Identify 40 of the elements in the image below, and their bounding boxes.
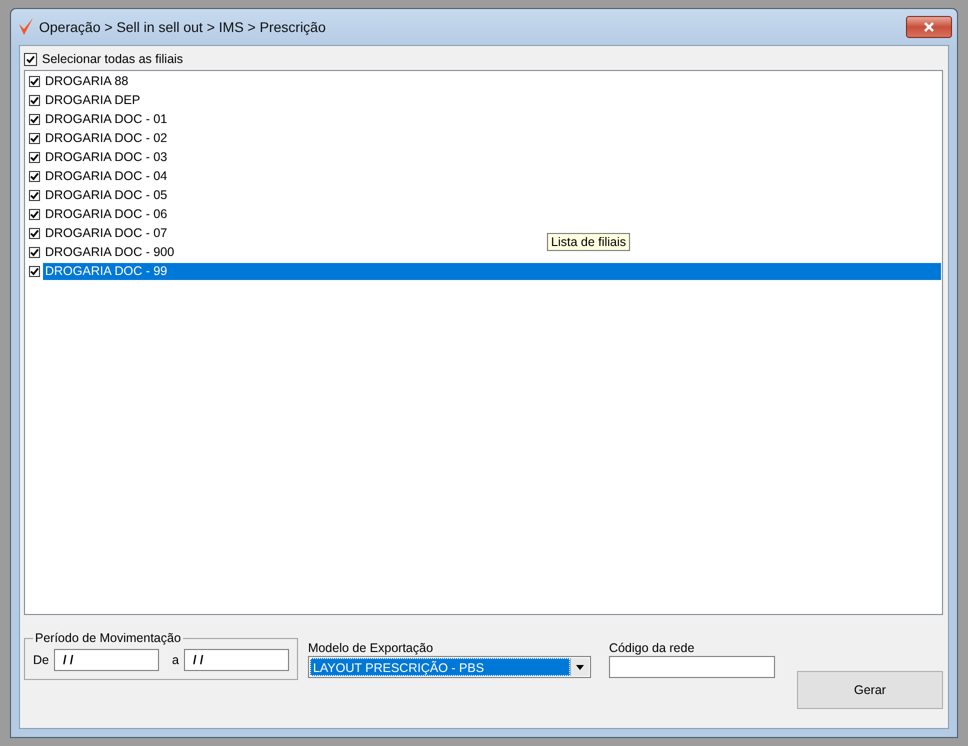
checkbox-label: Selecionar todas as filiais [42, 52, 184, 66]
checkbox[interactable] [29, 266, 40, 277]
checkbox[interactable] [29, 171, 40, 182]
checkbox[interactable] [29, 190, 40, 201]
date-field[interactable]: / / [184, 649, 289, 671]
checkbox[interactable] [29, 228, 40, 239]
list-item[interactable]: DROGARIA DOC - 01 [43, 111, 170, 128]
window-title: Operação > Sell in sell out > IMS > Prescrição [39, 19, 326, 35]
list-item[interactable]: DROGARIA DOC - 02 [43, 130, 170, 147]
tooltip: Lista de filiais [547, 233, 630, 251]
export-model-dropdown[interactable]: LAYOUT PRESCRIÇÃO - PBS [308, 656, 591, 678]
checkbox[interactable] [29, 95, 40, 106]
group-label: Período de Movimentação [34, 631, 182, 645]
field-label: Código da rede [608, 641, 696, 655]
list-item[interactable]: DROGARIA 88 [43, 73, 130, 90]
generate-button[interactable]: Gerar [796, 671, 943, 709]
field-label: Modelo de Exportação [308, 641, 434, 655]
checkbox[interactable] [24, 52, 37, 66]
checkbox[interactable] [29, 114, 40, 125]
checkbox[interactable] [29, 152, 40, 163]
list-item[interactable]: DROGARIA DOC - 06 [43, 206, 170, 223]
list-item[interactable]: DROGARIA DOC - 99 [43, 263, 941, 280]
list-item[interactable]: DROGARIA DOC - 03 [43, 149, 170, 166]
checkbox[interactable] [29, 133, 40, 144]
checkbox[interactable] [29, 247, 40, 258]
input-field[interactable] [608, 656, 775, 678]
checkbox[interactable] [29, 209, 40, 220]
list-item[interactable]: DROGARIA DOC - 04 [43, 168, 170, 185]
list-item[interactable]: DROGARIA DEP [43, 92, 142, 109]
list-item[interactable]: DROGARIA DOC - 07 [43, 225, 170, 242]
caret-icon [576, 664, 584, 670]
field-label: De [33, 653, 49, 667]
list-item[interactable]: DROGARIA DOC - 05 [43, 187, 170, 204]
checkbox[interactable] [29, 76, 40, 87]
date-field[interactable]: / / [54, 649, 159, 671]
field-label: a [172, 653, 179, 667]
close-icon [922, 22, 936, 32]
close-button[interactable] [906, 16, 952, 38]
logo-icon [19, 18, 33, 36]
list-item[interactable]: DROGARIA DOC - 900 [43, 244, 176, 261]
